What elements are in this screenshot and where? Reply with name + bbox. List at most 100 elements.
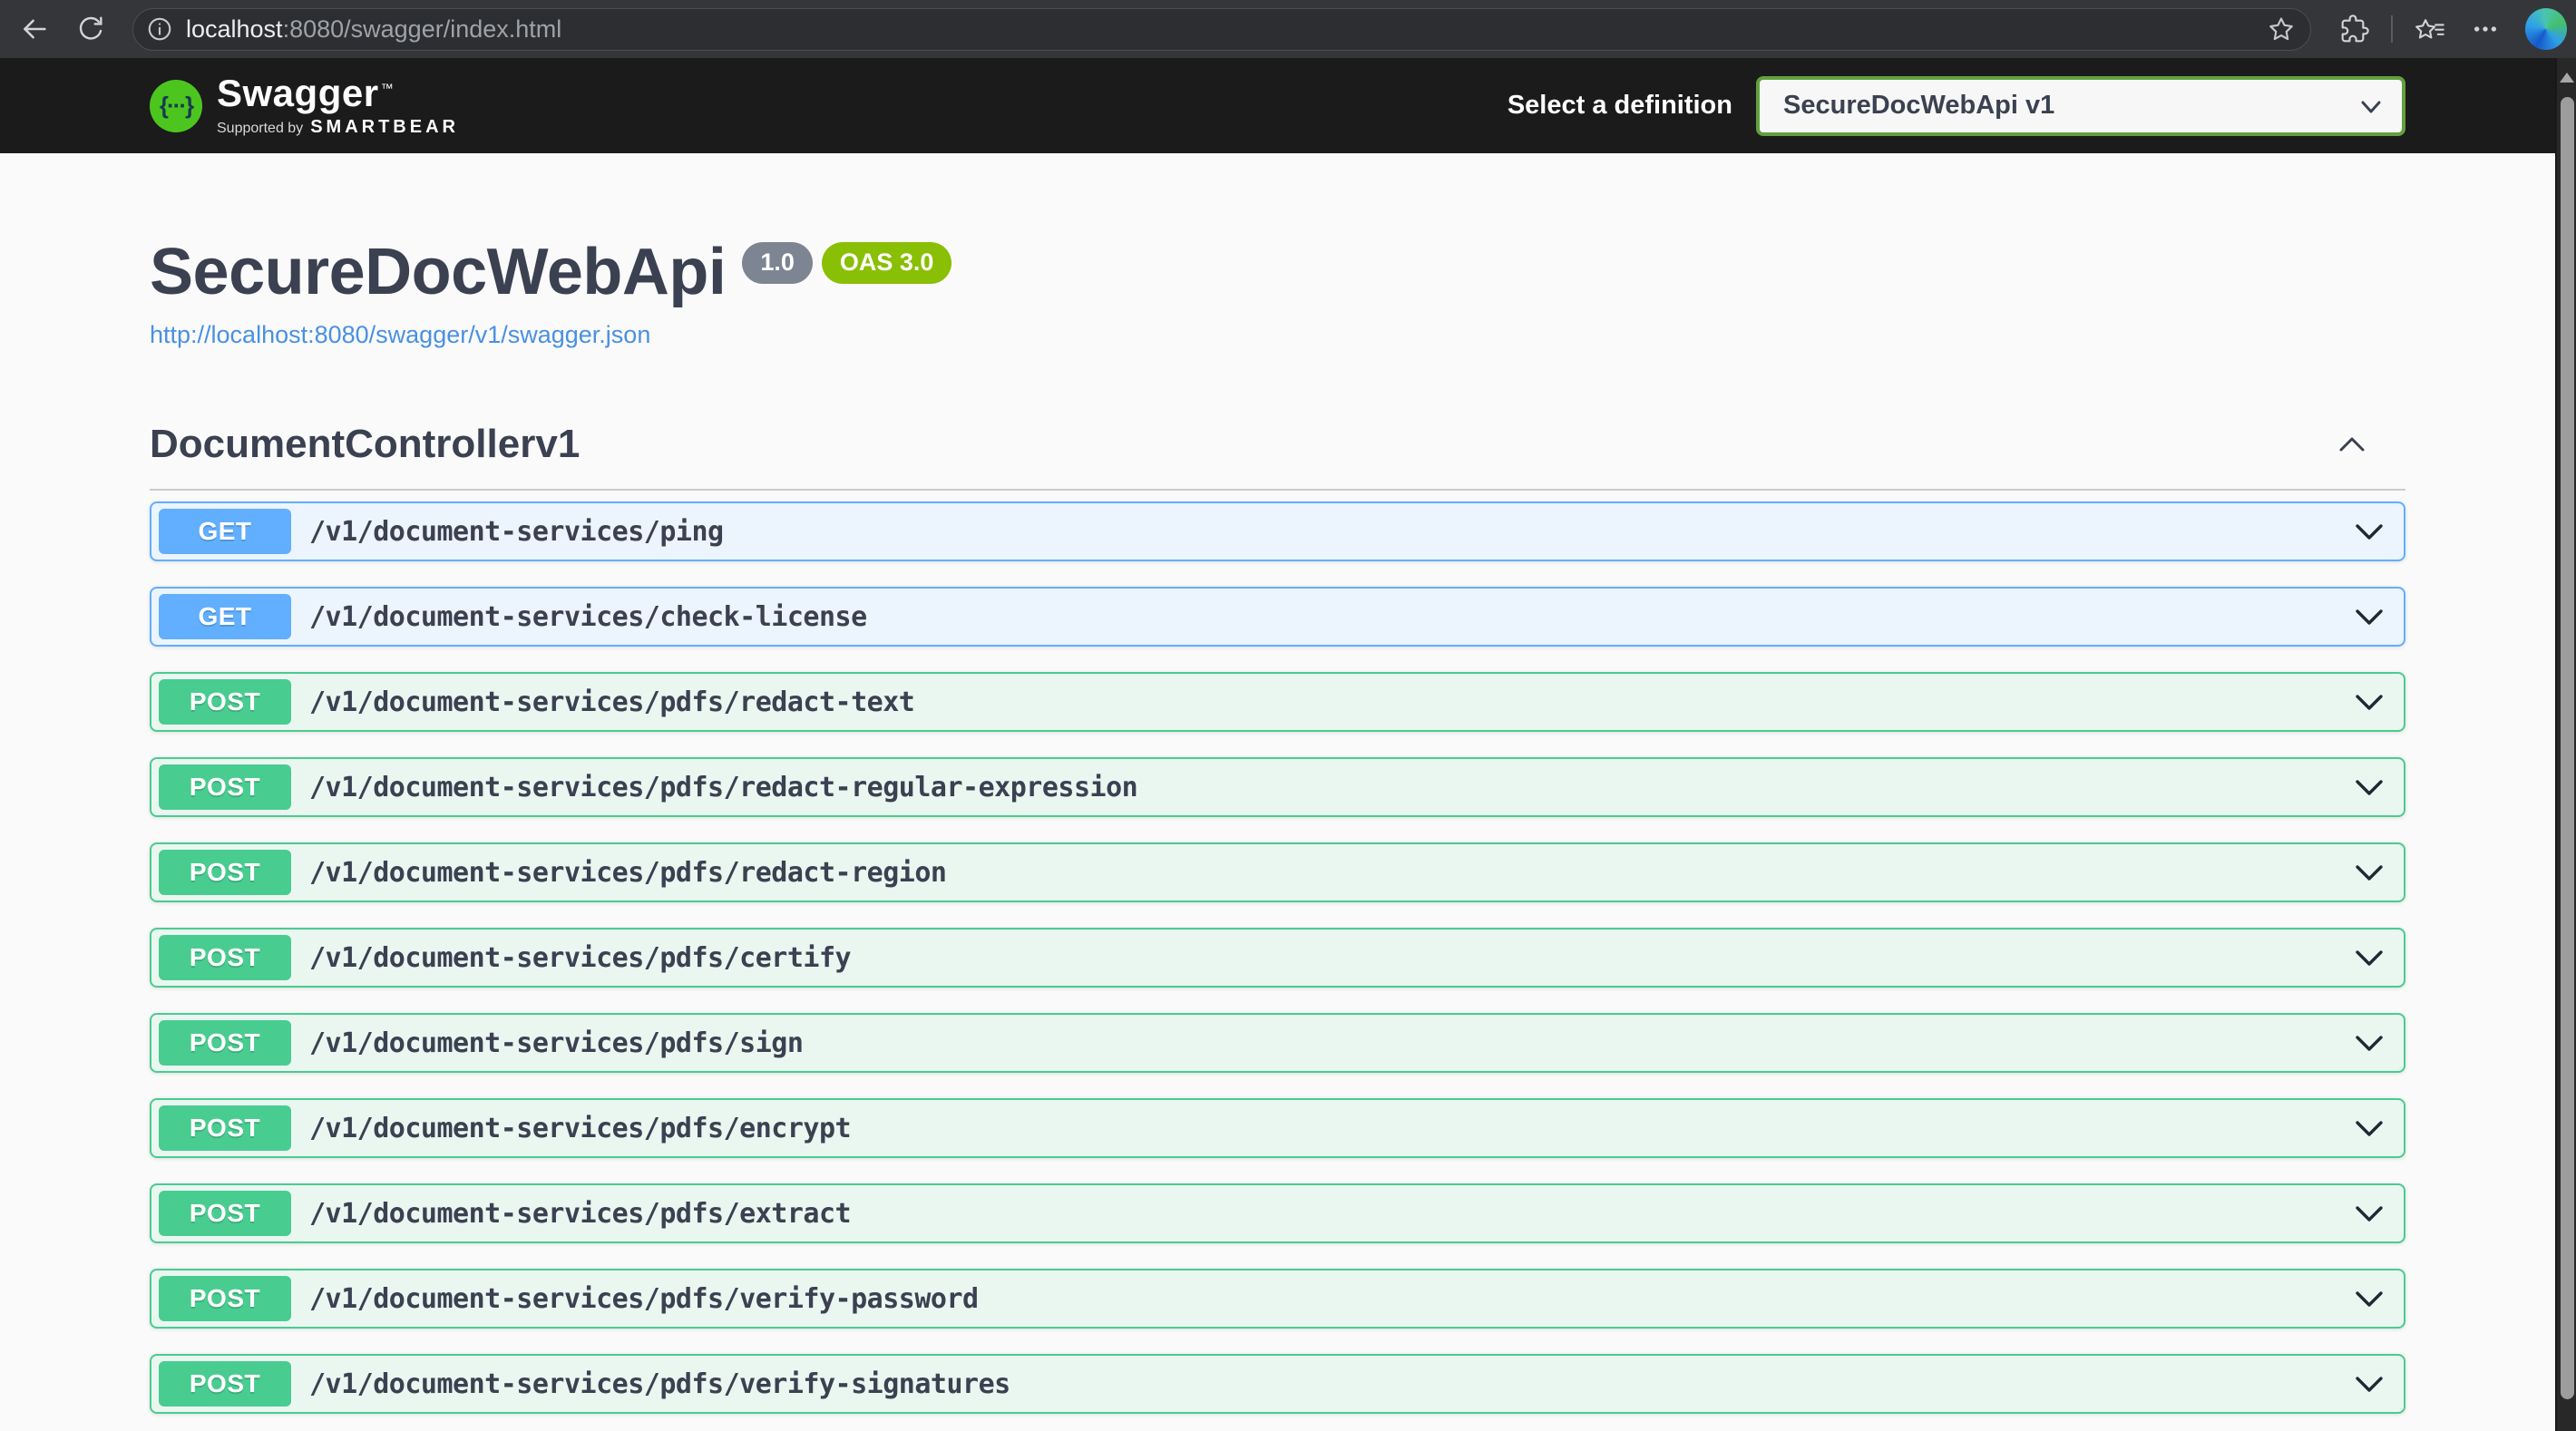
endpoint-row[interactable]: POST /v1/document-services/pdfs/redact-r… [150,757,2405,817]
expand-row-control[interactable] [2355,1290,2384,1308]
endpoint-row[interactable]: POST /v1/document-services/pdfs/verify-s… [150,1354,2405,1414]
endpoint-path: /v1/document-services/check-license [309,601,867,633]
smartbear-tagline: Supported bySMARTBEAR [217,117,459,138]
chevron-down-icon [2355,694,2384,711]
expand-row-control[interactable] [2355,1376,2384,1393]
expand-row-control[interactable] [2355,1120,2384,1137]
toolbar-divider [2391,15,2393,43]
swagger-logo: {···} Swagger™ Supported bySMARTBEAR [150,74,459,138]
expand-row-control[interactable] [2355,1205,2384,1222]
select-chevron-down-icon [2360,100,2382,114]
method-badge: POST [159,1361,291,1407]
endpoint-row[interactable]: POST /v1/document-services/pdfs/redact-t… [150,672,2405,732]
method-badge: POST [159,764,291,810]
site-info-icon[interactable] [146,15,173,43]
scrollbar-thumb[interactable] [2561,97,2574,1399]
url-host: localhost [186,15,283,43]
endpoint-path: /v1/document-services/pdfs/verify-signat… [309,1368,1010,1400]
endpoint-row[interactable]: POST /v1/document-services/pdfs/redact-r… [150,842,2405,902]
swagger-wordmark: Swagger™ [217,74,459,112]
endpoint-path: /v1/document-services/pdfs/sign [309,1027,803,1059]
method-badge: POST [159,1020,291,1066]
method-badge: POST [159,1191,291,1236]
expand-row-control[interactable] [2355,523,2384,540]
endpoint-path: /v1/document-services/pdfs/encrypt [309,1113,851,1144]
swagger-topbar: {···} Swagger™ Supported bySMARTBEAR Sel… [0,58,2555,153]
copilot-icon [2525,8,2567,50]
browser-toolbar: localhost:8080/swagger/index.html [0,0,2576,58]
method-badge: POST [159,935,291,980]
endpoint-path: /v1/document-services/pdfs/extract [309,1198,851,1230]
endpoint-row[interactable]: POST /v1/document-services/pdfs/verify-p… [150,1269,2405,1329]
endpoint-path: /v1/document-services/pdfs/verify-passwo… [309,1283,979,1315]
chevron-down-icon [2355,1376,2384,1393]
refresh-button[interactable] [69,7,112,51]
chevron-up-icon [2338,436,2366,453]
endpoint-path: /v1/document-services/pdfs/redact-regula… [309,772,1137,803]
smartbear-brand: SMARTBEAR [310,117,459,137]
select-definition-label: Select a definition [1508,91,1732,121]
definition-select-value: SecureDocWebApi v1 [1783,91,2054,121]
chevron-down-icon [2355,779,2384,796]
more-menu-button[interactable] [2464,7,2507,51]
endpoint-path: /v1/document-services/pdfs/redact-region [309,857,946,889]
method-badge: POST [159,1276,291,1321]
expand-row-control[interactable] [2355,779,2384,796]
oas-badge: OAS 3.0 [822,242,952,284]
refresh-icon [76,15,105,44]
version-badge: 1.0 [742,242,813,284]
extensions-button[interactable] [2333,7,2376,51]
page-title: SecureDocWebApi 1.0OAS 3.0 [150,237,2405,308]
extensions-puzzle-icon [2340,15,2369,44]
method-badge: POST [159,850,291,895]
spec-json-link[interactable]: http://localhost:8080/swagger/v1/swagger… [150,321,650,349]
endpoint-list: GET /v1/document-services/ping GET /v1/d… [150,501,2405,1414]
back-icon [19,14,50,44]
chevron-down-icon [2355,1035,2384,1052]
url-path: :8080/swagger/index.html [283,15,562,43]
address-bar[interactable]: localhost:8080/swagger/index.html [132,8,2311,51]
chevron-down-icon [2355,864,2384,881]
api-info: SecureDocWebApi 1.0OAS 3.0 http://localho… [150,153,2405,349]
method-badge: GET [159,509,291,554]
trademark-symbol: ™ [381,81,395,95]
expand-row-control[interactable] [2355,864,2384,881]
endpoint-row[interactable]: POST /v1/document-services/pdfs/certify [150,928,2405,988]
tag-section-title: DocumentControllerv1 [150,422,580,467]
chevron-down-icon [2355,1120,2384,1137]
url-text: localhost:8080/swagger/index.html [186,15,2267,44]
scrollbar-track[interactable] [2555,58,2576,1431]
collapse-section-button[interactable] [2338,436,2366,453]
swagger-page: SecureDocWebApi 1.0OAS 3.0 http://localho… [0,153,2555,1414]
api-title-text: SecureDocWebApi [150,236,726,308]
expand-row-control[interactable] [2355,949,2384,967]
tag-section-header[interactable]: DocumentControllerv1 [150,422,2405,491]
browser-window: localhost:8080/swagger/index.html {···} … [0,0,2576,1431]
endpoint-row[interactable]: POST /v1/document-services/pdfs/sign [150,1013,2405,1073]
endpoint-path: /v1/document-services/pdfs/redact-text [309,686,914,718]
expand-row-control[interactable] [2355,694,2384,711]
endpoint-row[interactable]: POST /v1/document-services/pdfs/encrypt [150,1098,2405,1158]
endpoint-row[interactable]: GET /v1/document-services/check-license [150,587,2405,647]
back-button[interactable] [13,7,56,51]
chevron-down-icon [2355,1290,2384,1308]
copilot-button[interactable] [2520,7,2563,51]
endpoint-row[interactable]: POST /v1/document-services/pdfs/extract [150,1183,2405,1243]
expand-row-control[interactable] [2355,1035,2384,1052]
endpoint-path: /v1/document-services/ping [309,516,724,548]
endpoint-row[interactable]: GET /v1/document-services/ping [150,501,2405,561]
definition-select[interactable]: SecureDocWebApi v1 [1756,76,2405,136]
ellipsis-icon [2471,15,2500,44]
bookmark-star-icon[interactable] [2267,15,2296,44]
favorites-star-list-icon [2414,14,2444,44]
chevron-down-icon [2355,523,2384,540]
expand-row-control[interactable] [2355,608,2384,626]
scrollbar-up-button[interactable] [2557,58,2576,96]
scrollbar-up-arrow-icon [2560,73,2574,83]
method-badge: GET [159,594,291,639]
chevron-down-icon [2355,608,2384,626]
favorites-button[interactable] [2407,7,2451,51]
method-badge: POST [159,679,291,725]
endpoint-path: /v1/document-services/pdfs/certify [309,942,851,974]
chevron-down-icon [2355,949,2384,967]
